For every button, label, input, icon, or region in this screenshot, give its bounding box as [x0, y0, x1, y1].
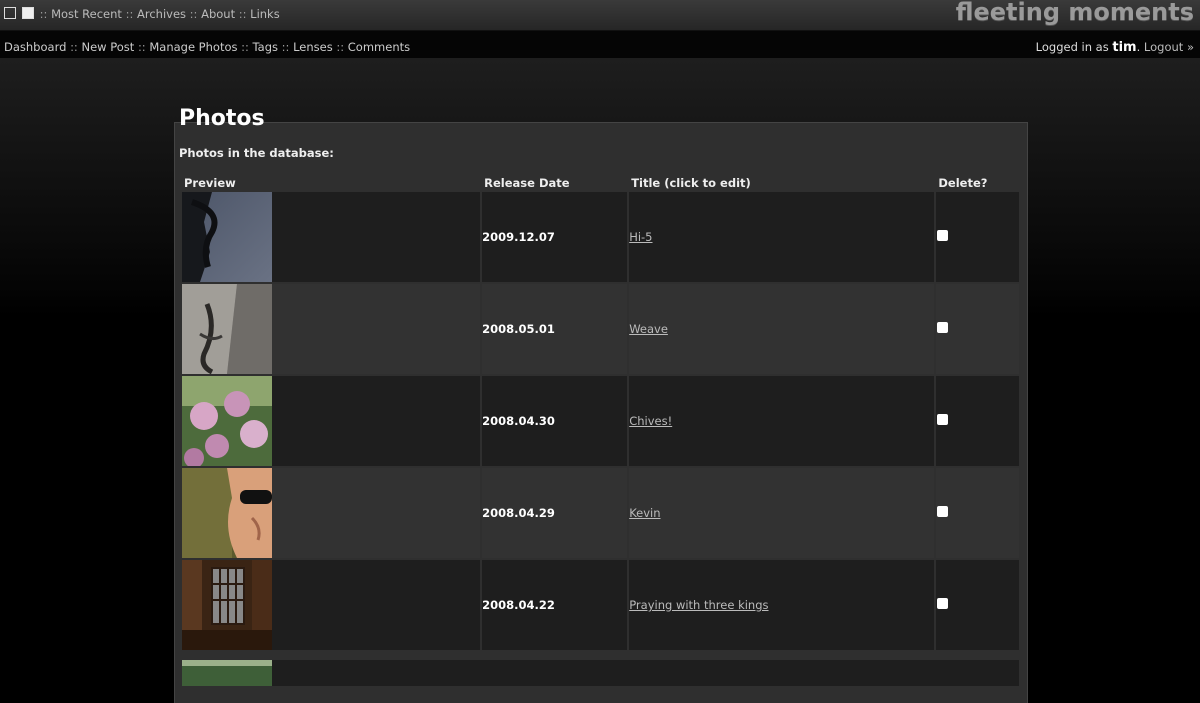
delete-checkbox[interactable]	[937, 230, 949, 241]
photo-thumbnail[interactable]	[182, 468, 272, 558]
table-row: 2008.04.22 Praying with three kings	[182, 560, 1019, 650]
photos-table: Preview Release Date Title (click to edi…	[180, 172, 1021, 652]
table-row: 2008.05.01 Weave	[182, 284, 1019, 374]
photo-title-link[interactable]: Kevin	[629, 506, 660, 520]
photo-title-link[interactable]: Hi-5	[629, 230, 652, 244]
nav-link-links[interactable]: Links	[250, 7, 280, 21]
column-header-title: Title (click to edit)	[631, 176, 751, 190]
table-row	[182, 660, 1019, 686]
top-bar: :: Most Recent :: Archives :: About :: L…	[0, 0, 1200, 31]
release-date: 2008.04.30	[482, 376, 628, 466]
delete-checkbox[interactable]	[937, 414, 949, 425]
photo-thumbnail[interactable]	[182, 660, 272, 686]
admin-link-lenses[interactable]: Lenses	[293, 40, 333, 54]
admin-bar: Dashboard :: New Post :: Manage Photos :…	[0, 31, 1200, 58]
release-date: 2008.05.01	[482, 284, 628, 374]
release-date: 2008.04.29	[482, 468, 628, 558]
release-date: 2009.12.07	[482, 192, 628, 282]
nav-link-most-recent[interactable]: Most Recent	[51, 7, 122, 21]
photo-thumbnail[interactable]	[182, 376, 272, 466]
table-header-row: Preview Release Date Title (click to edi…	[182, 174, 1019, 190]
delete-checkbox[interactable]	[937, 598, 949, 609]
column-header-delete: Delete?	[938, 176, 988, 190]
column-header-release-date: Release Date	[484, 176, 570, 190]
square-outline-icon[interactable]	[4, 7, 16, 19]
site-logo[interactable]: fleeting moments	[956, 0, 1194, 26]
table-row: 2009.12.07 Hi-5	[182, 192, 1019, 282]
photo-title-link[interactable]: Chives!	[629, 414, 672, 428]
photo-thumbnail[interactable]	[182, 284, 272, 374]
admin-link-new-post[interactable]: New Post	[81, 40, 134, 54]
logout-link[interactable]: Logout »	[1144, 40, 1194, 54]
intro-text: Photos in the database:	[179, 146, 334, 160]
admin-link-manage-photos[interactable]: Manage Photos	[149, 40, 237, 54]
page-title: Photos	[179, 106, 265, 131]
admin-link-comments[interactable]: Comments	[348, 40, 410, 54]
top-nav: :: Most Recent :: Archives :: About :: L…	[4, 7, 280, 21]
square-filled-icon[interactable]	[22, 7, 34, 19]
delete-checkbox[interactable]	[937, 506, 949, 517]
nav-link-archives[interactable]: Archives	[137, 7, 186, 21]
nav-link-about[interactable]: About	[201, 7, 235, 21]
photo-thumbnail[interactable]	[182, 192, 272, 282]
logged-in-label: Logged in as	[1035, 40, 1109, 54]
admin-link-dashboard[interactable]: Dashboard	[4, 40, 66, 54]
column-header-preview: Preview	[184, 176, 236, 190]
delete-checkbox[interactable]	[937, 322, 949, 333]
username: tim	[1112, 40, 1137, 55]
table-row: 2008.04.30 Chives!	[182, 376, 1019, 466]
table-row: 2008.04.29 Kevin	[182, 468, 1019, 558]
login-status: Logged in as tim. Logout »	[1035, 40, 1194, 55]
photo-title-link[interactable]: Weave	[629, 322, 668, 336]
photo-thumbnail[interactable]	[182, 560, 272, 650]
photo-title-link[interactable]: Praying with three kings	[629, 598, 768, 612]
admin-link-tags[interactable]: Tags	[253, 40, 278, 54]
release-date: 2008.04.22	[482, 560, 628, 650]
admin-nav: Dashboard :: New Post :: Manage Photos :…	[4, 40, 411, 54]
